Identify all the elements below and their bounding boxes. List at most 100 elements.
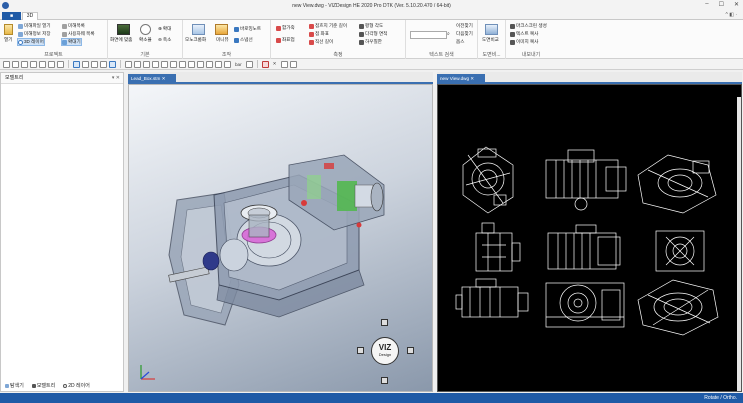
panel-pin-close[interactable]: ▾ ✕ <box>112 73 120 84</box>
drawing-view-7 <box>455 278 529 318</box>
line-weight-label[interactable]: ✕ <box>271 61 279 67</box>
circle-tool-icon[interactable] <box>143 60 150 68</box>
ribbon-group-drawing: 도면비교 도면비... <box>478 20 506 59</box>
pan-icon[interactable] <box>82 60 89 68</box>
rotate-icon[interactable] <box>91 60 98 68</box>
line-color-icon[interactable] <box>261 60 269 68</box>
fit-screen-icon[interactable] <box>117 24 130 35</box>
open-folder-icon[interactable] <box>4 24 13 35</box>
find-next-button[interactable]: 다음찾기 <box>456 31 473 37</box>
3d-viewport[interactable]: VIZ Design <box>128 84 433 392</box>
point-coord-button[interactable]: 점 좌표 <box>309 31 329 37</box>
save-icon <box>18 31 23 37</box>
cloud-tool-icon[interactable] <box>179 60 186 68</box>
select-icon[interactable] <box>73 60 80 68</box>
zoom-in-icon: ⊕ <box>158 26 162 31</box>
ribbon-options[interactable]: ^ ◧ · <box>725 12 737 18</box>
ellipse-tool-icon[interactable] <box>152 60 159 68</box>
compare-icon[interactable] <box>485 24 498 35</box>
tab-3d[interactable]: 3D <box>22 12 38 20</box>
line-length-button[interactable]: 직선 길이 <box>309 39 333 45</box>
markup-create-button[interactable]: 마크스크린 생성 <box>510 23 547 29</box>
zoom-in-button[interactable]: ⊕ 확대 <box>158 26 171 32</box>
print-preview-icon[interactable] <box>39 60 46 68</box>
monochrome-label[interactable]: 모노크롬화 <box>185 37 206 43</box>
save-markup-button[interactable]: 미해정보 저장 <box>18 31 51 37</box>
text-tool-icon[interactable] <box>215 60 222 68</box>
doc-tab-2d[interactable]: new View.dwg ✕ <box>437 74 485 83</box>
zoom-out-button[interactable]: ⊖ 축소 <box>158 37 171 43</box>
monochrome-icon[interactable] <box>192 24 205 35</box>
user-list-button[interactable]: 사용자웨 목록 <box>62 31 95 37</box>
pen-tool-icon[interactable] <box>161 60 168 68</box>
viewcube-right-icon[interactable] <box>407 347 414 354</box>
file-tab[interactable]: ■ <box>2 12 21 20</box>
tab-model-tree[interactable]: 모델트리 <box>31 382 55 389</box>
explorer-button[interactable]: 확대기 <box>61 38 82 46</box>
markup-list-button[interactable]: 미해목록 <box>62 23 85 29</box>
viz-badge[interactable]: VIZ Design <box>371 337 399 365</box>
line-tool-icon[interactable] <box>125 60 132 68</box>
snap-line-button[interactable]: 스냅선 <box>234 37 253 43</box>
toolbar-separator <box>256 60 258 68</box>
open-icon[interactable] <box>12 60 19 68</box>
tab-2d-layer[interactable]: 2D 레이어 <box>63 382 90 389</box>
angle-button[interactable]: 평형 각도 <box>359 23 383 29</box>
viewcube-left-icon[interactable] <box>357 347 364 354</box>
formula-tool-icon[interactable] <box>245 60 253 68</box>
note-tool-icon[interactable] <box>224 60 231 68</box>
drawing-view-5 <box>547 224 621 270</box>
close-button[interactable]: ✕ <box>734 1 739 8</box>
new-icon[interactable] <box>3 60 10 68</box>
viewcube-top-icon[interactable] <box>381 319 388 326</box>
3d-layer-button[interactable]: 3D 레이어 <box>17 38 45 46</box>
window-controls: – ☐ ✕ <box>705 1 739 8</box>
rect-tool-icon[interactable] <box>134 60 141 68</box>
orbit-icon[interactable] <box>100 60 107 68</box>
zoom-out-icon: ⊖ <box>158 37 162 42</box>
print-icon[interactable] <box>30 60 37 68</box>
open-markup-button[interactable]: 미해파일 열기 <box>18 23 51 29</box>
maximize-button[interactable]: ☐ <box>719 1 724 8</box>
minimize-button[interactable]: – <box>705 1 708 8</box>
tab-explorer[interactable]: 탐색기 <box>5 382 24 389</box>
measure-button-2[interactable]: 좌표업 <box>276 37 295 43</box>
open-label[interactable]: 열기 <box>4 37 12 43</box>
tree-tab-icon <box>31 383 36 388</box>
point-length-button[interactable]: 점흐지 기준 길이 <box>309 23 347 29</box>
minimap-icon[interactable] <box>215 24 228 35</box>
2d-viewport[interactable] <box>437 84 742 392</box>
group-label-view: 조작 <box>221 52 232 58</box>
polyline-tool-icon[interactable] <box>188 60 195 68</box>
reset-measure-button[interactable]: 하우칠한 <box>359 39 382 45</box>
drawing-view-1 <box>462 146 514 214</box>
group-label-measure: 측정 <box>333 52 343 58</box>
view-icon[interactable] <box>109 60 116 68</box>
text-search-input[interactable] <box>410 31 447 39</box>
leader-tool-icon[interactable] <box>206 60 213 68</box>
redo-icon[interactable] <box>57 60 64 68</box>
arc-tool-icon[interactable] <box>170 60 177 68</box>
minimap-label[interactable]: 미니뷰 <box>216 37 229 43</box>
save-icon[interactable] <box>21 60 28 68</box>
doc-tab-3d[interactable]: Lead_Box.stm ✕ <box>128 74 176 83</box>
copy-image-button[interactable]: 이미지 복사 <box>510 39 538 45</box>
find-previous-button[interactable]: 이전찾기 <box>456 23 473 29</box>
zoom-ratio-icon[interactable] <box>140 24 151 35</box>
font-size-icon[interactable] <box>280 60 288 68</box>
polygon-area-button[interactable]: 다각형 면적 <box>359 31 387 37</box>
fit-screen-label[interactable]: 화면에 맞춤 <box>110 37 132 43</box>
dimension-tool-icon[interactable] <box>197 60 204 68</box>
viewcube-bottom-icon[interactable] <box>381 377 388 384</box>
vertical-scrollbar[interactable] <box>737 97 741 391</box>
undo-icon[interactable] <box>48 60 55 68</box>
text-align-icon[interactable] <box>289 60 297 68</box>
search-options-button[interactable]: 옵스 <box>456 39 464 45</box>
copy-text-button[interactable]: 텍스트 복사 <box>510 31 538 37</box>
search-icon[interactable]: ⌕ <box>447 31 450 37</box>
compare-label[interactable]: 도면비교 <box>482 37 499 43</box>
measure-button-1[interactable]: 함가죽 <box>276 25 295 31</box>
drawing-note-button[interactable]: 바로잉노트 <box>234 26 261 32</box>
zoom-ratio-label[interactable]: 확소율 <box>139 37 152 43</box>
bar-label[interactable]: bar <box>233 62 244 67</box>
